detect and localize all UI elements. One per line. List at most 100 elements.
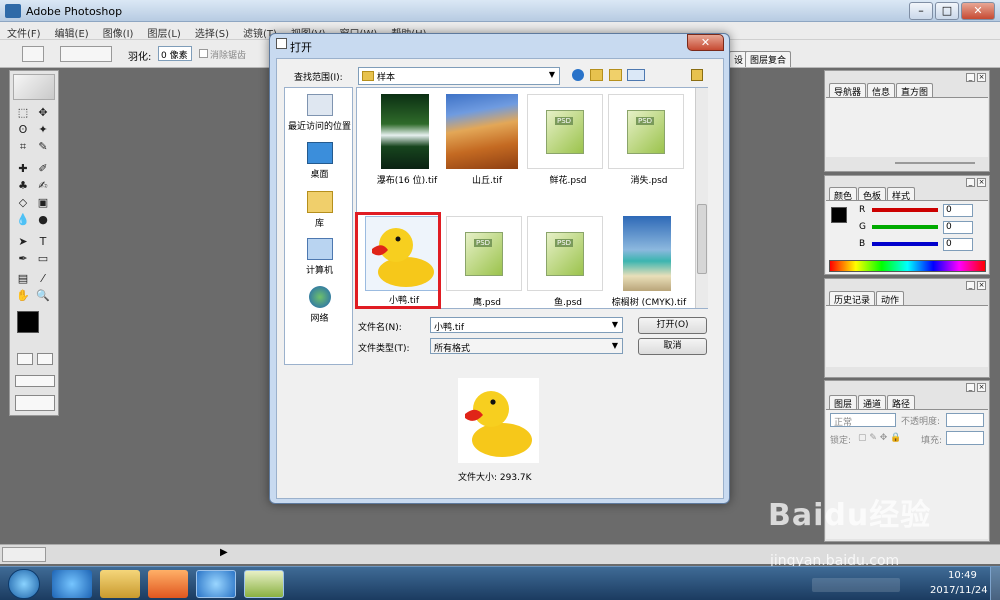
slice-tool-icon[interactable]: ✎ — [34, 139, 52, 155]
photoshop-taskbar-icon[interactable] — [244, 570, 284, 598]
start-button[interactable] — [8, 569, 40, 599]
palette-minimize-icon[interactable]: _ — [966, 73, 975, 82]
g-slider[interactable] — [872, 225, 938, 229]
minimize-button[interactable]: – — [909, 2, 933, 20]
b-input[interactable]: 0 — [943, 238, 973, 251]
blur-tool-icon[interactable]: 💧 — [14, 212, 32, 228]
standard-mode-icon[interactable] — [17, 353, 33, 365]
open-button[interactable]: 打开(O) — [638, 317, 707, 334]
r-slider[interactable] — [872, 208, 938, 212]
status-arrow-icon[interactable]: ▶ — [220, 547, 228, 558]
filetype-select[interactable]: 所有格式 ▼ — [430, 338, 623, 354]
fill-input[interactable] — [946, 431, 984, 445]
place-library[interactable]: 库 — [285, 191, 354, 229]
file-item[interactable]: PSD 鲜花.psd — [523, 94, 613, 186]
palette-close-icon[interactable]: × — [977, 281, 986, 290]
feather-input[interactable]: 0 像素 — [158, 46, 192, 61]
brush-tool-icon[interactable]: ✐ — [34, 161, 52, 177]
lock-icons[interactable]: ▢ ✎ ✥ 🔒 — [858, 433, 913, 443]
media-player-taskbar-icon[interactable] — [148, 570, 188, 598]
explorer-taskbar-icon[interactable] — [100, 570, 140, 598]
maximize-button[interactable]: □ — [935, 2, 959, 20]
magic-wand-icon[interactable]: ✦ — [34, 122, 52, 138]
file-item[interactable]: PSD 鱼.psd — [523, 216, 613, 308]
dialog-close-button[interactable]: ✕ — [687, 34, 724, 51]
file-list-scrollbar[interactable] — [695, 88, 708, 308]
menu-select[interactable]: 选择(S) — [188, 22, 236, 40]
close-button[interactable]: ✕ — [961, 2, 995, 20]
palette-close-icon[interactable]: × — [977, 178, 986, 187]
eraser-tool-icon[interactable]: ◇ — [14, 195, 32, 211]
foreground-color-swatch[interactable] — [831, 207, 847, 223]
file-item[interactable]: 瀑布(16 位).tif — [362, 94, 452, 186]
filename-input[interactable]: 小鸭.tif ▼ — [430, 317, 623, 333]
place-network[interactable]: 网络 — [285, 286, 354, 324]
blend-mode-select[interactable]: 正常 — [830, 413, 896, 428]
palette-close-icon[interactable]: × — [977, 383, 986, 392]
file-item[interactable]: PSD 鹰.psd — [442, 216, 532, 308]
color-ramp[interactable] — [829, 260, 986, 272]
foreground-color-swatch[interactable] — [17, 311, 39, 333]
selection-mode-icons[interactable] — [60, 46, 112, 62]
eyedropper-icon[interactable]: ⁄ — [34, 271, 52, 287]
marquee-preset-icon[interactable] — [22, 46, 44, 62]
file-item[interactable]: 山丘.tif — [442, 94, 532, 186]
palette-close-icon[interactable]: × — [977, 73, 986, 82]
clock-time[interactable]: 10:49 — [948, 570, 977, 581]
palette-minimize-icon[interactable]: _ — [966, 383, 975, 392]
palette-minimize-icon[interactable]: _ — [966, 178, 975, 187]
scrollbar-thumb[interactable] — [697, 204, 707, 274]
up-folder-icon[interactable] — [590, 69, 603, 81]
lookin-dropdown[interactable]: 样本 ▼ — [358, 67, 560, 85]
file-item[interactable]: PSD 消失.psd — [604, 94, 694, 186]
lasso-tool-icon[interactable]: ʘ — [14, 122, 32, 138]
jump-to-imageready-icon[interactable] — [15, 395, 55, 411]
show-desktop-button[interactable] — [990, 567, 1000, 600]
palette-minimize-icon[interactable]: _ — [966, 281, 975, 290]
crop-tool-icon[interactable]: ⌗ — [14, 139, 32, 155]
marquee-tool-icon[interactable]: ⬚ — [14, 105, 32, 121]
zoom-field[interactable] — [2, 547, 46, 562]
opacity-input[interactable] — [946, 413, 984, 427]
move-tool-icon[interactable]: ✥ — [34, 105, 52, 121]
place-network-label: 网络 — [310, 314, 329, 324]
antialias-checkbox[interactable] — [199, 49, 208, 58]
menu-edit[interactable]: 编辑(E) — [48, 22, 96, 40]
cancel-button[interactable]: 取消 — [638, 338, 707, 355]
ie-taskbar-icon[interactable] — [52, 570, 92, 598]
type-tool-icon[interactable]: T — [34, 234, 52, 250]
menu-image[interactable]: 图像(I) — [96, 22, 141, 40]
place-computer[interactable]: 计算机 — [285, 238, 354, 276]
dodge-tool-icon[interactable]: ● — [34, 212, 52, 228]
gradient-tool-icon[interactable]: ▣ — [34, 195, 52, 211]
place-desktop[interactable]: 桌面 — [285, 142, 354, 180]
g-input[interactable]: 0 — [943, 221, 973, 234]
notes-tool-icon[interactable]: ▤ — [14, 271, 32, 287]
photoshop-feather-icon[interactable] — [13, 74, 55, 100]
file-item[interactable]: 棕榈树 (CMYK).tif — [604, 216, 694, 308]
place-recent[interactable]: 最近访问的位置 — [285, 94, 354, 132]
zoom-tool-icon[interactable]: 🔍 — [34, 288, 52, 304]
path-select-icon[interactable]: ➤ — [14, 234, 32, 250]
favorite-folder-icon[interactable] — [691, 69, 703, 81]
tray-icons[interactable] — [812, 578, 900, 592]
tab-layer-comps[interactable]: 图层复合 — [745, 51, 792, 67]
r-input[interactable]: 0 — [943, 204, 973, 217]
view-menu-icon[interactable] — [627, 69, 645, 81]
shape-tool-icon[interactable]: ▭ — [34, 251, 52, 267]
hand-tool-icon[interactable]: ✋ — [14, 288, 32, 304]
clock-date[interactable]: 2017/11/24 — [930, 585, 988, 596]
quickmask-mode-icon[interactable] — [37, 353, 53, 365]
history-brush-icon[interactable]: ✍ — [34, 178, 52, 194]
screen-mode-icons[interactable] — [15, 375, 55, 387]
menu-file[interactable]: 文件(F) — [0, 22, 48, 40]
clone-stamp-icon[interactable]: ♣ — [14, 178, 32, 194]
healing-brush-icon[interactable]: ✚ — [14, 161, 32, 177]
new-folder-icon[interactable] — [609, 69, 622, 81]
b-slider[interactable] — [872, 242, 938, 246]
ie-active-taskbar-icon[interactable] — [196, 570, 236, 598]
back-icon[interactable] — [572, 69, 584, 81]
pen-tool-icon[interactable]: ✒ — [14, 251, 32, 267]
zoom-slider[interactable] — [895, 162, 975, 164]
menu-layer[interactable]: 图层(L) — [140, 22, 187, 40]
